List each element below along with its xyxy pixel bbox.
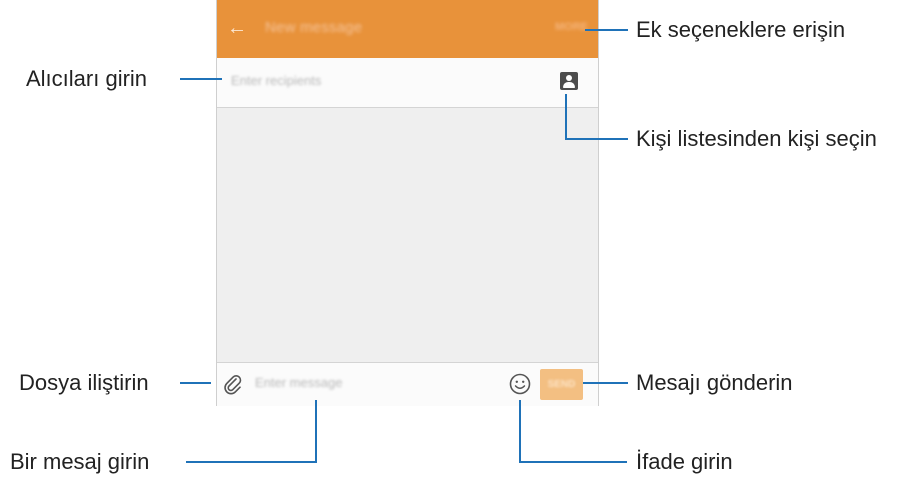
leader-enter-message (186, 400, 317, 463)
callout-attach-file: Dosya iliştirin (19, 370, 149, 395)
leader-select-contact (565, 94, 628, 140)
leader-enter-emoticon (519, 400, 627, 463)
callout-enter-message: Bir mesaj girin (10, 449, 150, 474)
callout-select-contact: Kişi listesinden kişi seçin (636, 126, 877, 151)
callout-enter-recipients: Alıcıları girin (26, 66, 148, 91)
callout-send-message: Mesajı gönderin (636, 370, 793, 395)
callout-more-options: Ek seçeneklere erişin (636, 17, 846, 42)
callout-enter-emoticon: İfade girin (636, 449, 733, 474)
